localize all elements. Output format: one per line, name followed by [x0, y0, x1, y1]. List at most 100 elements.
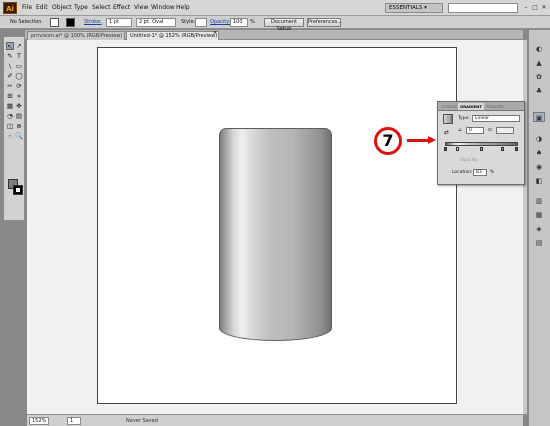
stroke-swatch[interactable] [66, 18, 75, 27]
gradient-stop[interactable] [444, 147, 447, 151]
rotate-tool-icon[interactable]: ⟳ [15, 82, 23, 90]
menu-help[interactable]: Help [176, 4, 190, 11]
reverse-gradient-icon[interactable]: ⇄ [444, 129, 449, 136]
tab-transparency[interactable]: TRANSPA [484, 103, 505, 110]
gradient-stop[interactable] [480, 147, 483, 151]
menu-window[interactable]: Window [151, 4, 175, 11]
close-icon[interactable]: ✕ [213, 30, 217, 36]
gradient-stop[interactable] [456, 147, 459, 151]
pathfinder-icon[interactable]: ▤ [533, 238, 545, 248]
workspace-switcher[interactable]: ESSENTIALS ▾ [385, 3, 443, 13]
tab-prnvision[interactable]: prnvision.ai* @ 100% (RGB/Preview) [27, 31, 125, 40]
selection-tool-icon[interactable]: ↖ [6, 42, 14, 51]
free-transform-tool-icon[interactable]: ⊞ [6, 92, 14, 100]
menu-view[interactable]: View [134, 4, 148, 11]
symbols-icon[interactable]: ♠ [533, 148, 545, 158]
selection-status: No Selection [10, 19, 42, 25]
tab-label: Untitled-1* @ 152% (RGB/Preview) [130, 33, 218, 39]
appearance-icon[interactable]: ◉ [533, 162, 545, 172]
gradient-panel: STROKE GRADIENT TRANSPA Type: Linear ⇄ ∠… [437, 101, 525, 185]
document-tab-bar: prnvision.ai* @ 100% (RGB/Preview) ✕ Unt… [25, 30, 523, 40]
blend-tool-icon[interactable]: ▤ [15, 112, 23, 120]
menu-file[interactable]: File [22, 4, 32, 11]
gradient-panel-tabs: STROKE GRADIENT TRANSPA [438, 102, 524, 111]
graphic-styles-icon[interactable]: ◧ [533, 176, 545, 186]
location-label: Location: [452, 170, 473, 175]
gradient-panel-icon[interactable]: ▣ [533, 112, 545, 122]
brushes-icon[interactable]: ♣ [533, 86, 545, 96]
blob-brush-tool-icon[interactable]: ◯ [15, 72, 23, 80]
graph-tool-icon[interactable]: ⊕ [15, 122, 23, 130]
opacity-field[interactable]: 100 [230, 18, 248, 27]
line-tool-icon[interactable]: \ [6, 62, 14, 70]
minimize-button[interactable]: – [522, 3, 530, 12]
stroke-label[interactable]: Stroke: [84, 19, 102, 25]
aspect-ratio-field[interactable] [496, 127, 514, 134]
tab-untitled-1[interactable]: Untitled-1* @ 152% (RGB/Preview) [126, 31, 219, 40]
type-tool-icon[interactable]: T [15, 52, 23, 60]
hand-tool-icon[interactable]: ☝ [6, 132, 14, 140]
angle-field[interactable]: 0 [466, 127, 484, 134]
menu-bar: Ai File Edit Object Type Select Effect V… [0, 0, 550, 16]
opacity-label[interactable]: Opacity: [210, 19, 231, 25]
tab-gradient[interactable]: GRADIENT [458, 103, 484, 110]
angle-icon: ∠ [458, 128, 463, 133]
artboards-icon[interactable]: ▦ [533, 210, 545, 220]
layers-icon[interactable]: ▥ [533, 196, 545, 206]
menu-object[interactable]: Object [52, 4, 72, 11]
zoom-select[interactable]: 152% [29, 417, 49, 425]
eyedropper-tool-icon[interactable]: ◔ [6, 112, 14, 120]
direct-selection-tool-icon[interactable]: ↗ [15, 42, 23, 50]
shape-builder-tool-icon[interactable]: ⋄ [15, 92, 23, 100]
mesh-tool-icon[interactable]: ▦ [6, 102, 14, 110]
zoom-tool-icon[interactable]: 🔍 [15, 132, 23, 140]
close-window-button[interactable]: ✕ [540, 3, 548, 12]
type-label: Type: [458, 116, 470, 121]
save-status: Never Saved [126, 418, 158, 424]
gradient-opacity-label: Opacity: [460, 158, 479, 163]
swatches-icon[interactable]: ✿ [533, 72, 545, 82]
menu-edit[interactable]: Edit [36, 4, 48, 11]
gradient-cylinder-shape[interactable] [219, 128, 332, 341]
tab-stroke[interactable]: STROKE [440, 103, 459, 110]
menu-select[interactable]: Select [92, 4, 111, 11]
help-search-input[interactable] [448, 3, 518, 13]
location-unit: % [490, 170, 495, 175]
rectangle-tool-icon[interactable]: ▭ [15, 62, 23, 70]
menu-type[interactable]: Type [74, 4, 88, 11]
gradient-type-select[interactable]: Linear [472, 115, 520, 122]
gradient-slider[interactable] [445, 142, 518, 146]
color-guide-icon[interactable]: ▲ [533, 58, 545, 68]
step-callout-badge: 7 [374, 127, 402, 155]
color-panel-icon[interactable]: ◐ [533, 44, 545, 54]
pencil-tool-icon[interactable]: ✐ [6, 72, 14, 80]
vertical-scrollbar[interactable] [523, 40, 527, 414]
app-logo: Ai [3, 2, 17, 14]
aspect-ratio-icon: ⊡ [488, 128, 492, 133]
tab-label: prnvision.ai* @ 100% (RGB/Preview) [31, 33, 123, 39]
brush-definition-select[interactable]: 2 pt. Oval [136, 18, 176, 27]
align-icon[interactable]: ◈ [533, 224, 545, 234]
stroke-color-box[interactable] [13, 185, 23, 195]
tools-panel: ↖ ↗ ✎ T \ ▭ ✐ ◯ ✂ ⟳ ⊞ ⋄ ▦ ✥ ◔ ▤ ◫ ⊕ ☝ 🔍 [3, 36, 25, 221]
panel-dock: ◐ ▲ ✿ ♣ ▣ ◑ ♠ ◉ ◧ ▥ ▦ ◈ ▤ [528, 30, 550, 426]
style-select[interactable] [195, 18, 207, 27]
document-setup-button[interactable]: Document Setup [264, 18, 304, 32]
gradient-stop[interactable] [515, 147, 518, 151]
fill-swatch[interactable] [50, 18, 59, 27]
menu-effect[interactable]: Effect [113, 4, 130, 11]
maximize-button[interactable]: □ [531, 3, 539, 12]
stroke-weight-field[interactable]: 1 pt [106, 18, 132, 27]
transparency-icon[interactable]: ◑ [533, 134, 545, 144]
magic-wand-tool-icon[interactable]: ✎ [6, 52, 14, 60]
scissors-tool-icon[interactable]: ✂ [6, 82, 14, 90]
opacity-unit: % [250, 19, 255, 25]
gradient-preview-swatch[interactable] [443, 114, 453, 124]
symbol-sprayer-tool-icon[interactable]: ◫ [6, 122, 14, 130]
preferences-button[interactable]: Preferences... [307, 18, 342, 27]
gradient-stop[interactable] [501, 147, 504, 151]
gradient-tool-icon[interactable]: ✥ [15, 102, 23, 110]
style-label: Style: [181, 19, 196, 25]
artboard-number-field[interactable]: 1 [67, 417, 81, 425]
location-field[interactable]: 83 [473, 169, 487, 176]
